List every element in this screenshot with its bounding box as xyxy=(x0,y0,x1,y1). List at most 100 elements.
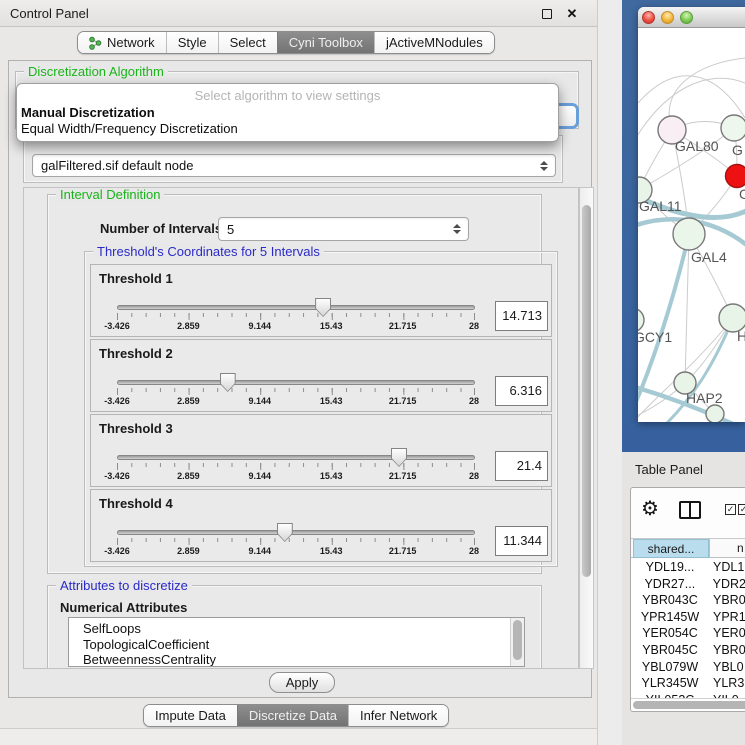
float-icon[interactable] xyxy=(540,7,554,21)
slider-major-ticks xyxy=(117,538,475,545)
status-strip xyxy=(0,728,597,745)
table-row[interactable]: YDL19...YDL1 xyxy=(631,559,745,576)
slider-major-ticks xyxy=(117,388,475,395)
cell-shared-name[interactable]: YBL079W xyxy=(631,659,709,676)
threshold-4-slider-track[interactable] xyxy=(117,530,475,535)
network-canvas[interactable]: GAL80 G C GAL11 GAL4 GCY1 H HAP2 xyxy=(638,28,745,422)
tab-select[interactable]: Select xyxy=(218,32,277,53)
table-data-combobox[interactable]: galFiltered.sif default node xyxy=(32,154,556,177)
scrollbar-thumb[interactable] xyxy=(582,205,591,577)
cell-name[interactable]: YBL0 xyxy=(709,659,744,676)
node-g[interactable] xyxy=(721,115,745,141)
cell-shared-name[interactable]: YBR043C xyxy=(631,592,709,609)
network-window[interactable]: GAL80 G C GAL11 GAL4 GCY1 H HAP2 xyxy=(638,7,745,422)
attributes-to-discretize-group: Attributes to discretize Numerical Attri… xyxy=(47,585,542,669)
spinner-arrows-icon xyxy=(453,224,461,234)
threshold-2-panel: Threshold 2 -3.4262.8599.14415.4321.7152… xyxy=(90,339,552,412)
table-horizontal-scrollbar[interactable] xyxy=(631,698,745,710)
slider-tick-label: -3.426 xyxy=(104,471,130,481)
scrollbar-thumb[interactable] xyxy=(513,620,522,660)
cell-name[interactable]: YBR0 xyxy=(709,642,745,659)
dropdown-option-equal-width-frequency[interactable]: Equal Width/Frequency Discretization xyxy=(20,121,557,136)
number-of-intervals-combobox[interactable]: 5 xyxy=(218,217,469,241)
algorithm-dropdown-popup: Select algorithm to view settings Manual… xyxy=(16,83,559,142)
tab-impute-data[interactable]: Impute Data xyxy=(144,705,237,726)
tab-cyni-toolbox[interactable]: Cyni Toolbox xyxy=(277,32,374,53)
cell-name[interactable]: YDR2 xyxy=(709,576,745,593)
tab-cyni-toolbox-label: Cyni Toolbox xyxy=(289,35,363,50)
cell-shared-name[interactable]: YPR145W xyxy=(631,609,709,626)
node-label: HAP2 xyxy=(686,390,723,406)
table-body: YDL19...YDL1YDR27...YDR2YBR043CYBR0YPR14… xyxy=(631,559,745,698)
gear-icon[interactable]: ⚙ xyxy=(641,499,659,519)
attributes-list-scrollbar[interactable] xyxy=(510,618,524,666)
group-title: Interval Definition xyxy=(56,187,164,202)
traffic-light-minimize[interactable] xyxy=(661,11,674,24)
tab-style[interactable]: Style xyxy=(166,32,218,53)
split-view-icon[interactable] xyxy=(679,501,701,519)
cell-shared-name[interactable]: YLR345W xyxy=(631,675,709,692)
table-row[interactable]: YBL079WYBL0 xyxy=(631,659,745,676)
traffic-light-close[interactable] xyxy=(642,11,655,24)
tab-network[interactable]: Network xyxy=(78,32,166,53)
node-partial[interactable] xyxy=(706,405,724,422)
apply-button[interactable]: Apply xyxy=(269,672,335,693)
node-label: GCY1 xyxy=(638,329,672,345)
threshold-1-value-field[interactable]: 14.713 xyxy=(495,301,548,331)
cell-name[interactable]: YER0 xyxy=(709,625,745,642)
tab-infer-network-label: Infer Network xyxy=(360,708,437,723)
thresholds-coordinates-group: Threshold's Coordinates for 5 Intervals … xyxy=(84,251,558,567)
traffic-light-zoom[interactable] xyxy=(680,11,693,24)
table-row[interactable]: YBR045CYBR0 xyxy=(631,642,745,659)
dropdown-option-manual-discretization[interactable]: Manual Discretization xyxy=(20,105,557,120)
threshold-1-slider-track[interactable] xyxy=(117,305,475,310)
slider-tick-label: 15.43 xyxy=(320,321,343,331)
slider-major-ticks xyxy=(117,463,475,470)
slider-tick-label: 28 xyxy=(469,321,479,331)
node-gal4[interactable] xyxy=(673,218,705,250)
cell-name[interactable]: YBR0 xyxy=(709,592,745,609)
cell-shared-name[interactable]: YDL19... xyxy=(631,559,709,576)
threshold-4-label: Threshold 4 xyxy=(99,496,173,511)
attribute-list-item[interactable]: SelfLoops xyxy=(69,621,524,637)
checkbox-icon[interactable]: ✓ xyxy=(725,504,736,515)
cell-shared-name[interactable]: YBR045C xyxy=(631,642,709,659)
cell-name[interactable]: YDL1 xyxy=(709,559,744,576)
network-window-titlebar[interactable] xyxy=(638,7,745,28)
settings-scrollbar[interactable] xyxy=(579,187,594,669)
group-title: Attributes to discretize xyxy=(56,578,192,593)
tab-discretize-data[interactable]: Discretize Data xyxy=(237,705,348,726)
threshold-2-value-field[interactable]: 6.316 xyxy=(495,376,548,406)
slider-tick-label: 2.859 xyxy=(177,321,200,331)
threshold-4-value-field[interactable]: 11.344 xyxy=(495,526,548,556)
numerical-attributes-label: Numerical Attributes xyxy=(60,600,187,615)
table-row[interactable]: YER054CYER0 xyxy=(631,625,745,642)
threshold-3-slider-track[interactable] xyxy=(117,455,475,460)
table-row[interactable]: YLR345WYLR3 xyxy=(631,675,745,692)
node-red-selected[interactable] xyxy=(726,165,745,188)
control-panel: Control Panel ✕ Network Style Select Cyn… xyxy=(0,0,598,745)
close-icon[interactable]: ✕ xyxy=(565,7,579,21)
table-row[interactable]: YBR043CYBR0 xyxy=(631,592,745,609)
column-header-shared-name[interactable]: shared... xyxy=(633,539,709,558)
cell-shared-name[interactable]: YDR27... xyxy=(631,576,709,593)
threshold-3-value-field[interactable]: 21.4 xyxy=(495,451,548,481)
checkbox-icon[interactable]: ✓ xyxy=(738,504,745,515)
table-row[interactable]: YPR145WYPR1 xyxy=(631,609,745,626)
table-row[interactable]: YDR27...YDR2 xyxy=(631,576,745,593)
cell-name[interactable]: YPR1 xyxy=(709,609,745,626)
attribute-list-item[interactable]: BetweennessCentrality xyxy=(69,652,524,667)
tab-jactivemnodules[interactable]: jActiveMNodules xyxy=(374,32,494,53)
tab-infer-network[interactable]: Infer Network xyxy=(348,705,448,726)
app-root: Control Panel ✕ Network Style Select Cyn… xyxy=(0,0,745,745)
control-panel-titlebar: Control Panel ✕ xyxy=(0,0,597,27)
cell-name[interactable]: YLR3 xyxy=(709,675,744,692)
threshold-2-slider-track[interactable] xyxy=(117,380,475,385)
float-icon-glyph xyxy=(542,9,552,19)
tab-network-label: Network xyxy=(107,35,155,50)
cell-shared-name[interactable]: YER054C xyxy=(631,625,709,642)
scrollbar-thumb[interactable] xyxy=(633,701,745,709)
column-header-name[interactable]: n xyxy=(709,539,745,558)
attribute-list-item[interactable]: TopologicalCoefficient xyxy=(69,637,524,653)
panel-title: Control Panel xyxy=(10,6,89,21)
